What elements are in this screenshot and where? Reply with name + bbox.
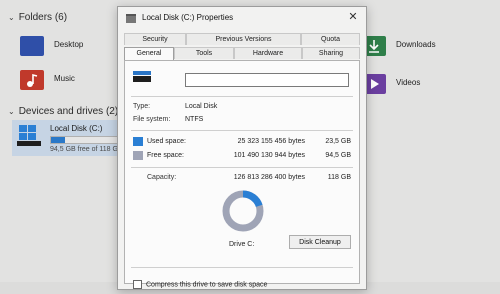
folders-group-header[interactable]: ⌄ Folders (6)	[8, 12, 67, 23]
tab-general[interactable]: General	[124, 47, 174, 60]
disk-usage-donut	[222, 190, 264, 232]
local-disk-icon	[133, 71, 151, 83]
capacity-label: Capacity:	[147, 174, 177, 181]
tab-previous-versions[interactable]: Previous Versions	[186, 33, 301, 45]
disk-cleanup-button[interactable]: Disk Cleanup	[289, 235, 351, 249]
folder-downloads[interactable]: Downloads	[362, 36, 462, 60]
free-space-swatch	[133, 151, 143, 160]
tab-hardware[interactable]: Hardware	[234, 47, 302, 59]
tab-quota[interactable]: Quota	[301, 33, 360, 45]
divider	[131, 96, 353, 97]
capacity-gb: 118 GB	[327, 174, 351, 181]
used-space-gb: 23,5 GB	[325, 138, 351, 145]
used-space-label: Used space:	[147, 138, 186, 145]
free-space-gb: 94,5 GB	[325, 152, 351, 159]
folder-videos[interactable]: Videos	[362, 74, 462, 98]
folder-desktop[interactable]: Desktop	[20, 36, 120, 60]
divider	[131, 267, 353, 268]
tab-tools[interactable]: Tools	[174, 47, 234, 59]
windows-drive-icon	[17, 124, 43, 146]
filesystem-value: NTFS	[185, 116, 204, 123]
used-space-swatch	[133, 137, 143, 146]
tab-security[interactable]: Security	[124, 33, 186, 45]
drive-c-tile[interactable]: Local Disk (C:) 94,5 GB free of 118 GB	[12, 120, 123, 156]
chevron-down-icon: ⌄	[8, 13, 15, 22]
compress-label: Compress this drive to save disk space	[146, 281, 268, 289]
free-space-bytes: 101 490 130 944 bytes	[233, 152, 305, 159]
type-label: Type:	[133, 103, 151, 110]
drive-caption: Drive C:	[229, 241, 255, 248]
drive-name-input[interactable]	[185, 73, 349, 87]
free-space-label: Free space:	[147, 152, 184, 159]
chevron-down-icon: ⌄	[8, 107, 15, 116]
used-space-bytes: 25 323 155 456 bytes	[237, 138, 305, 145]
drive-icon	[126, 14, 136, 23]
drive-usage-bar	[50, 136, 120, 144]
music-folder-icon	[20, 70, 44, 90]
dialog-titlebar[interactable]: Local Disk (C:) Properties ✕	[118, 7, 366, 29]
dialog-title: Local Disk (C:) Properties	[142, 13, 234, 22]
desktop-folder-icon	[20, 36, 44, 56]
general-tab-pane: Type: Local Disk File system: NTFS Used …	[124, 60, 360, 290]
compress-drive-option[interactable]: Compress this drive to save disk space	[133, 276, 268, 290]
tab-row-bottom: General Tools Hardware Sharing	[124, 47, 360, 60]
folder-music[interactable]: Music	[20, 70, 120, 94]
properties-dialog: Local Disk (C:) Properties ✕ Security Pr…	[117, 6, 367, 290]
filesystem-label: File system:	[133, 116, 171, 123]
capacity-bytes: 126 813 286 400 bytes	[233, 174, 305, 181]
type-value: Local Disk	[185, 103, 218, 110]
tab-row-top: Security Previous Versions Quota	[124, 33, 360, 45]
tab-sharing[interactable]: Sharing	[302, 47, 360, 59]
divider	[131, 167, 353, 168]
drive-usage-fill	[51, 137, 65, 143]
devices-group-header[interactable]: ⌄ Devices and drives (2)	[8, 106, 118, 117]
divider	[131, 130, 353, 131]
close-icon[interactable]: ✕	[346, 10, 360, 24]
